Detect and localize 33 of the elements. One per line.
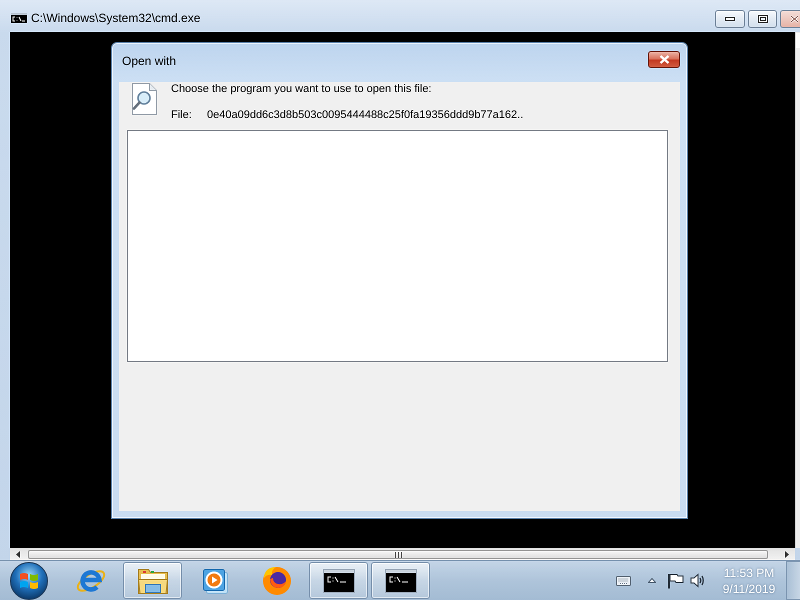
- console-icon: [322, 568, 354, 592]
- close-button[interactable]: [780, 10, 800, 28]
- taskbar-button[interactable]: [309, 562, 368, 599]
- speaker-icon: [690, 573, 706, 588]
- close-icon: [790, 15, 799, 23]
- left-arrow-icon: [16, 551, 20, 558]
- vertical-scrollbar[interactable]: [795, 32, 800, 548]
- window-title: C:\Windows\System32\cmd.exe: [31, 10, 200, 26]
- flag-icon: [667, 572, 684, 588]
- minimize-icon: [725, 17, 735, 21]
- fox-browser-icon: [260, 564, 292, 596]
- horizontal-scrollbar[interactable]: [10, 548, 795, 560]
- close-icon: [658, 55, 670, 64]
- grip-icon: [394, 552, 402, 558]
- scroll-thumb[interactable]: [28, 550, 768, 559]
- file-name: 0e40a09dd6c3d8b503c0095444488c25f0fa19356ddd9b77a162..: [207, 108, 524, 122]
- clock-time: 11:53 PM: [724, 564, 774, 580]
- console-icon: [384, 568, 416, 592]
- prompt-text: Choose the program you want to use to open this file:: [171, 82, 432, 96]
- file-label: File:: [171, 108, 193, 122]
- dialog-title: Open with: [122, 53, 176, 69]
- minimize-button[interactable]: [715, 10, 745, 28]
- console-icon: [11, 13, 27, 23]
- start-orb-icon: [9, 562, 49, 600]
- clock-date: 9/11/2019: [722, 580, 776, 596]
- up-triangle-icon: [648, 578, 656, 583]
- taskbar-button[interactable]: [371, 562, 430, 599]
- maximize-button[interactable]: [748, 10, 777, 28]
- keyboard-icon: [616, 576, 631, 586]
- maximize-icon: [758, 15, 768, 23]
- close-button[interactable]: [648, 51, 680, 68]
- right-arrow-icon: [785, 551, 789, 558]
- media-player-icon: [200, 566, 228, 594]
